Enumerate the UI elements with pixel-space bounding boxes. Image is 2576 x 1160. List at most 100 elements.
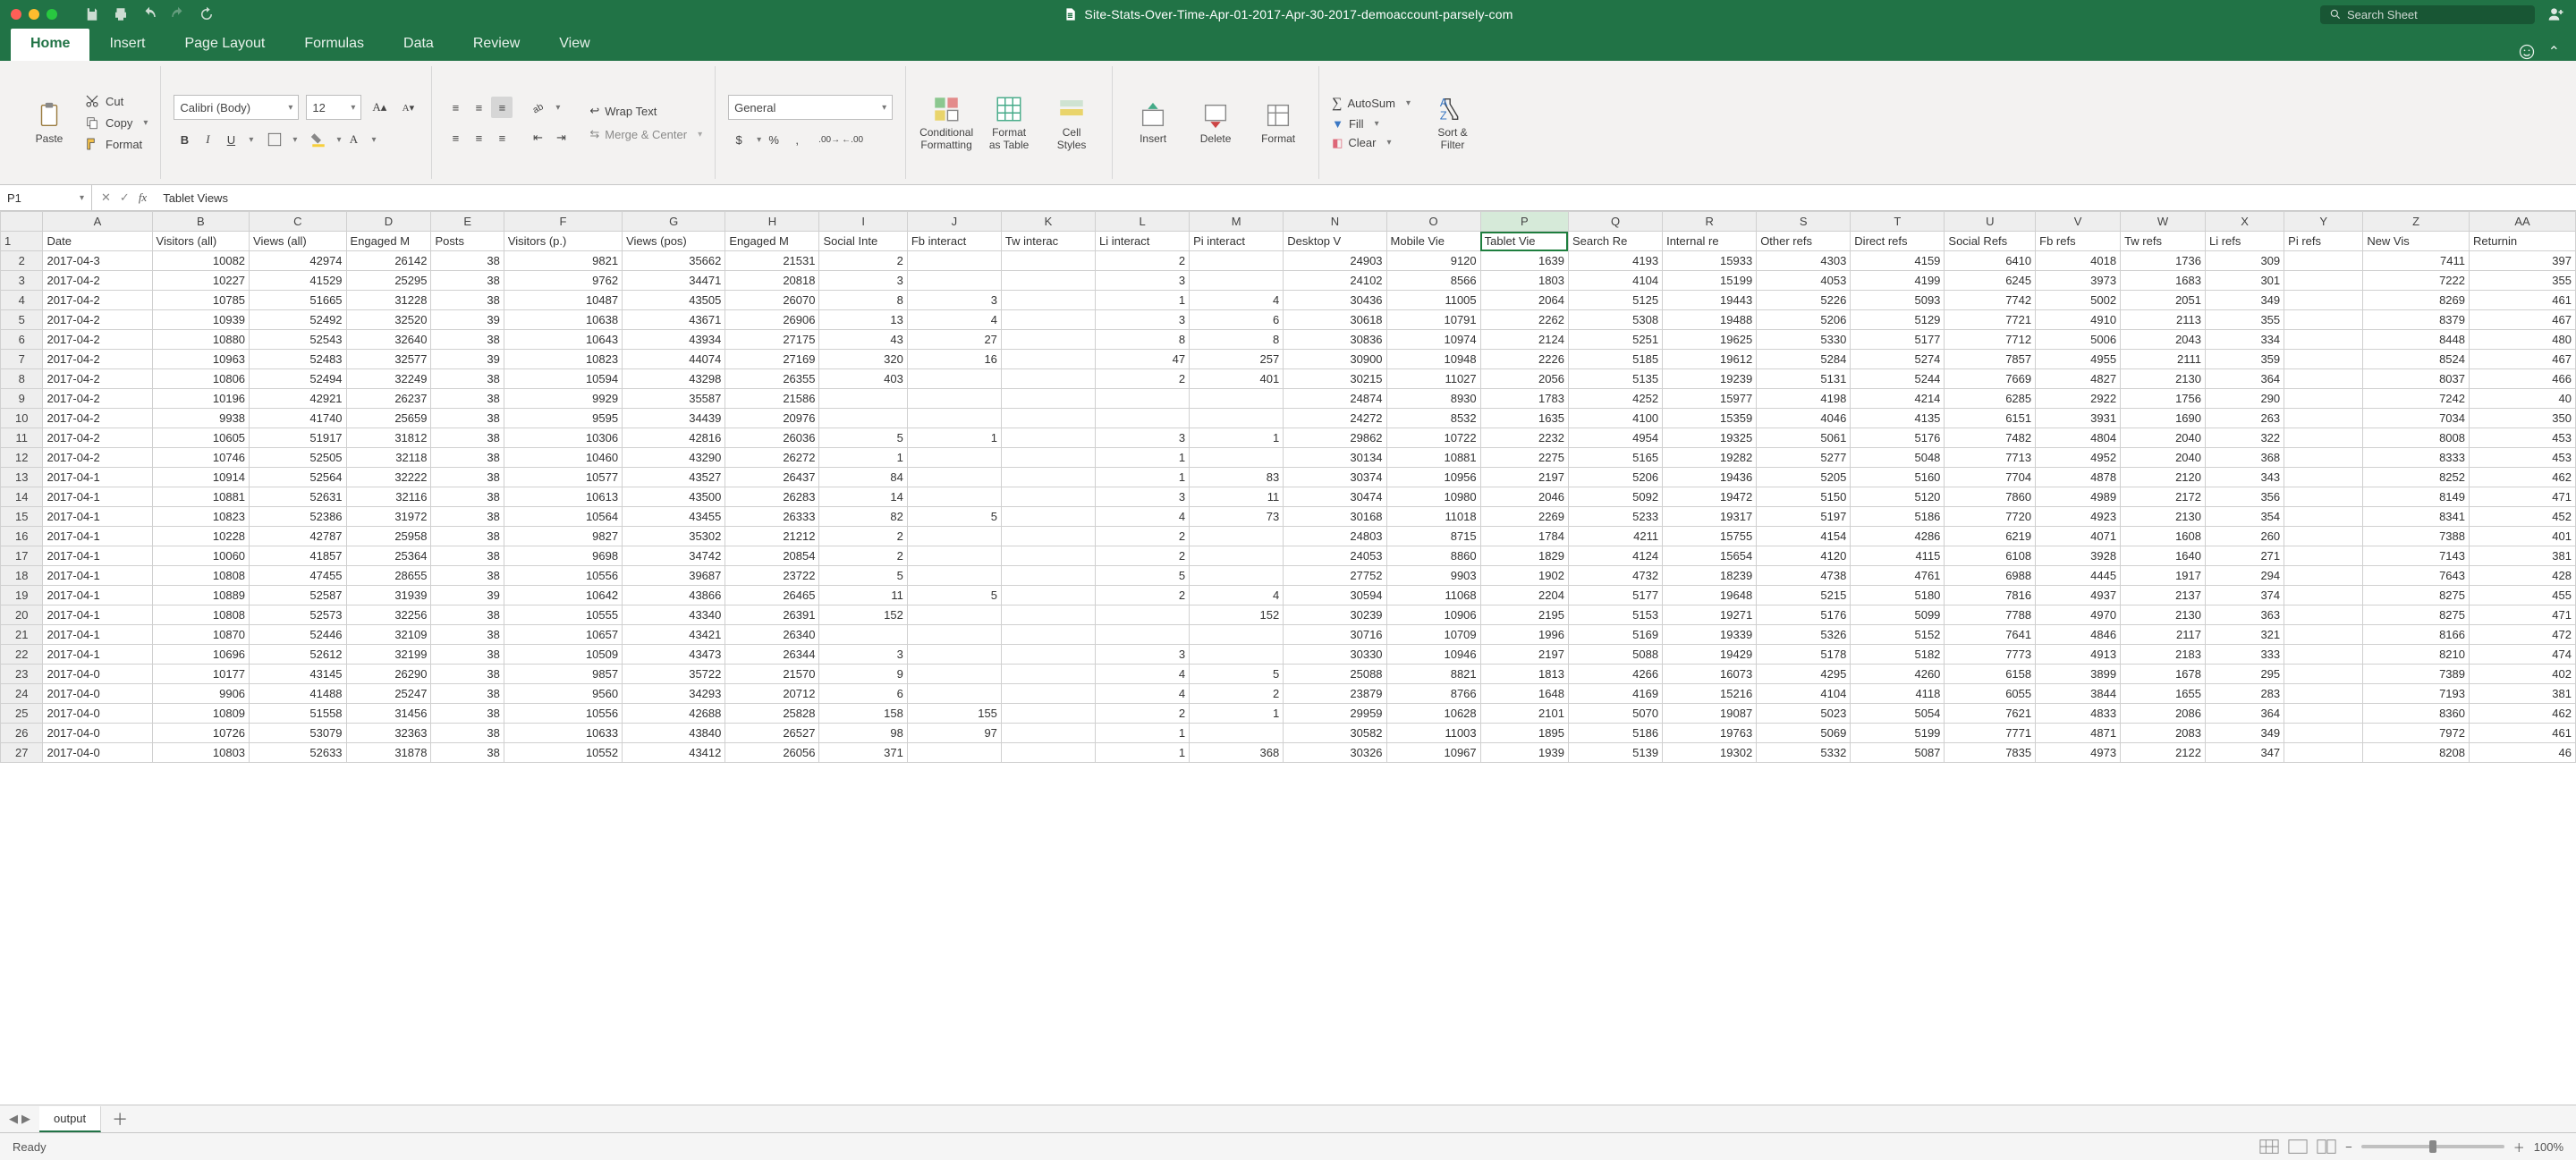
decrease-decimal-icon[interactable]: ←.00 [842, 129, 863, 150]
page-break-view-icon[interactable] [2317, 1139, 2336, 1155]
cell[interactable]: 26142 [346, 251, 431, 271]
cell[interactable]: 5274 [1851, 350, 1945, 369]
cell[interactable] [1001, 468, 1095, 487]
cell[interactable]: 11 [1190, 487, 1284, 507]
col-header-A[interactable]: A [43, 212, 152, 232]
cell[interactable]: 2 [1190, 684, 1284, 704]
cell[interactable]: 15933 [1663, 251, 1757, 271]
cell[interactable]: 4738 [1757, 566, 1851, 586]
cell[interactable]: Desktop V [1284, 232, 1386, 251]
cell[interactable]: 1736 [2121, 251, 2206, 271]
cell[interactable]: 19271 [1663, 605, 1757, 625]
cell[interactable]: 34293 [623, 684, 725, 704]
cell[interactable]: 25828 [725, 704, 819, 724]
cell[interactable]: 19625 [1663, 330, 1757, 350]
cell[interactable] [1190, 625, 1284, 645]
cell[interactable]: 4 [907, 310, 1001, 330]
cell[interactable] [1096, 625, 1190, 645]
cell[interactable]: 2137 [2121, 586, 2206, 605]
bold-button[interactable]: B [174, 129, 195, 150]
cell[interactable]: 8166 [2363, 625, 2470, 645]
cell[interactable]: 25295 [346, 271, 431, 291]
cell[interactable]: 10980 [1386, 487, 1480, 507]
align-right-icon[interactable]: ≡ [491, 127, 513, 148]
cell[interactable]: 2017-04-2 [43, 350, 152, 369]
cell[interactable]: 453 [2469, 428, 2575, 448]
cell[interactable]: 8269 [2363, 291, 2470, 310]
cell[interactable]: 6158 [1945, 665, 2036, 684]
cell[interactable] [2284, 645, 2363, 665]
cell[interactable]: 10060 [152, 546, 250, 566]
cell[interactable]: 51917 [250, 428, 347, 448]
cell[interactable]: 42921 [250, 389, 347, 409]
cell[interactable]: 32577 [346, 350, 431, 369]
italic-button[interactable]: I [197, 129, 218, 150]
cell[interactable]: 10806 [152, 369, 250, 389]
cell[interactable]: 38 [431, 527, 504, 546]
cut-button[interactable]: Cut [84, 93, 148, 109]
cell[interactable]: Internal re [1663, 232, 1757, 251]
cell[interactable]: 7389 [2363, 665, 2470, 684]
cell[interactable]: 2056 [1480, 369, 1568, 389]
cell[interactable]: Fb refs [2036, 232, 2121, 251]
cell[interactable]: 26340 [725, 625, 819, 645]
cell[interactable]: Engaged M [725, 232, 819, 251]
cell[interactable]: 5251 [1568, 330, 1662, 350]
cell[interactable]: 98 [819, 724, 907, 743]
col-header-R[interactable]: R [1663, 212, 1757, 232]
cell[interactable]: 4804 [2036, 428, 2121, 448]
font-size-dropdown[interactable]: 12▾ [306, 95, 361, 120]
cell[interactable]: 294 [2206, 566, 2284, 586]
cell[interactable]: 7860 [1945, 487, 2036, 507]
cell[interactable] [2284, 743, 2363, 763]
cell[interactable] [2284, 428, 2363, 448]
cell[interactable]: 2232 [1480, 428, 1568, 448]
cell[interactable]: 26237 [346, 389, 431, 409]
cell[interactable]: 43500 [623, 487, 725, 507]
cell[interactable]: 4260 [1851, 665, 1945, 684]
cell[interactable]: 10914 [152, 468, 250, 487]
cell[interactable]: 2 [1096, 704, 1190, 724]
cell[interactable]: 466 [2469, 369, 2575, 389]
next-sheet-icon[interactable]: ▶ [21, 1112, 30, 1126]
cell[interactable]: 9857 [504, 665, 622, 684]
cell[interactable]: 52492 [250, 310, 347, 330]
col-header-O[interactable]: O [1386, 212, 1480, 232]
decrease-font-icon[interactable]: A▾ [397, 97, 419, 118]
cell[interactable]: 5139 [1568, 743, 1662, 763]
increase-indent-icon[interactable]: ⇥ [550, 127, 572, 148]
zoom-level[interactable]: 100% [2534, 1140, 2563, 1154]
cell[interactable]: 5169 [1568, 625, 1662, 645]
cell[interactable]: 9698 [504, 546, 622, 566]
cell[interactable]: 32109 [346, 625, 431, 645]
cell[interactable]: 4973 [2036, 743, 2121, 763]
cell[interactable]: 2017-04-0 [43, 704, 152, 724]
cell[interactable] [1001, 605, 1095, 625]
number-format-dropdown[interactable]: General▾ [728, 95, 893, 120]
cell[interactable]: 9938 [152, 409, 250, 428]
cell[interactable]: 8 [1190, 330, 1284, 350]
cell[interactable]: 8037 [2363, 369, 2470, 389]
row-header[interactable]: 21 [1, 625, 43, 645]
col-header-X[interactable]: X [2206, 212, 2284, 232]
cell[interactable]: Fb interact [907, 232, 1001, 251]
border-button[interactable] [264, 129, 285, 150]
cell[interactable]: 27752 [1284, 566, 1386, 586]
cell[interactable]: 31972 [346, 507, 431, 527]
row-header[interactable]: 7 [1, 350, 43, 369]
cell[interactable]: Views (pos) [623, 232, 725, 251]
cell[interactable]: 10939 [152, 310, 250, 330]
cell[interactable]: 1895 [1480, 724, 1568, 743]
cell[interactable]: 5120 [1851, 487, 1945, 507]
cell[interactable]: 4878 [2036, 468, 2121, 487]
cell[interactable]: 19325 [1663, 428, 1757, 448]
cell[interactable]: 5135 [1568, 369, 1662, 389]
cell[interactable]: 2017-04-1 [43, 468, 152, 487]
cell[interactable]: 26036 [725, 428, 819, 448]
cell[interactable]: 1608 [2121, 527, 2206, 546]
cell[interactable]: 4214 [1851, 389, 1945, 409]
cell[interactable]: 10881 [152, 487, 250, 507]
cell[interactable]: 2 [1096, 251, 1190, 271]
cell[interactable]: 41488 [250, 684, 347, 704]
cell[interactable]: 52386 [250, 507, 347, 527]
